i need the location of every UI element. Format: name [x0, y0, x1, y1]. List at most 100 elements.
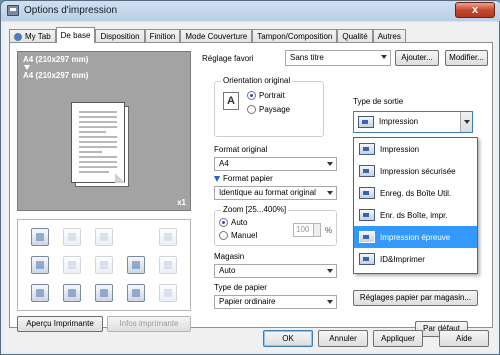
ok-button[interactable]: OK	[263, 330, 313, 347]
format-original-value: A4	[219, 159, 229, 168]
save-print-box-icon	[359, 209, 375, 221]
tab-panel-de-base: A4 (210x297 mm) A4 (210x297 mm) x1 Aperç…	[9, 42, 493, 337]
cancel-button[interactable]: Annuler	[318, 330, 368, 347]
layout-icon[interactable]	[127, 256, 145, 274]
option-enreg-boite[interactable]: Enreg. ds Boîte Util.	[354, 182, 477, 204]
output-type-select[interactable]: Impression	[353, 111, 473, 133]
chevron-down-icon	[327, 191, 333, 195]
favorite-select[interactable]: Sans titre	[285, 50, 391, 66]
color-icon[interactable]	[127, 284, 145, 302]
paper-settings-button[interactable]: Réglages papier par magasin...	[353, 290, 478, 306]
combine-icon	[159, 228, 177, 246]
type-papier-value: Papier ordinaire	[219, 297, 276, 306]
option-label: Enr. ds Boîte, impr.	[380, 210, 448, 220]
settings-icon-grid	[17, 219, 191, 311]
orientation-title: Orientation original	[221, 76, 293, 85]
spin-buttons	[313, 224, 320, 236]
print-output-icon	[358, 116, 374, 128]
tab-autres[interactable]: Autres	[372, 29, 406, 43]
favorite-value: Sans titre	[290, 53, 324, 62]
my-tab-icon	[14, 32, 22, 41]
option-impression-epreuve[interactable]: Impression épreuve	[354, 226, 477, 248]
radio-dot	[247, 91, 256, 100]
zoom-value-input: 100	[293, 223, 321, 237]
format-original-label: Format original	[214, 145, 268, 154]
tab-de-base[interactable]: De base	[55, 27, 96, 43]
zoom-group: Zoom [25...400%] Auto Manuel 100 %	[214, 205, 337, 246]
apply-button[interactable]: Appliquer	[373, 330, 423, 347]
portrait-page-icon: A	[223, 92, 239, 110]
printer-icon	[7, 5, 19, 16]
orientation-group: Orientation original A Portrait Paysage	[214, 76, 324, 137]
magasin-select[interactable]: Auto	[214, 264, 337, 278]
radio-dot	[219, 231, 228, 240]
option-label: Enreg. ds Boîte Util.	[380, 188, 452, 198]
zoom-manual-label: Manuel	[231, 231, 258, 240]
print-options-window: Options d'impression x My Tab De base Di…	[0, 0, 500, 355]
title-bar[interactable]: Options d'impression x	[1, 1, 500, 21]
fold-icon	[159, 256, 177, 274]
chevron-down-icon	[327, 300, 333, 304]
output-type-label: Type de sortie	[353, 97, 404, 106]
format-papier-select[interactable]: Identique au format original	[214, 186, 337, 200]
blue-down-arrow-icon	[214, 175, 220, 182]
zoom-auto-label: Auto	[231, 218, 248, 227]
output-type-value: Impression	[379, 117, 419, 126]
tray-icon[interactable]	[31, 284, 49, 302]
tab-tampon-composition[interactable]: Tampon/Composition	[252, 29, 338, 43]
modify-favorite-button[interactable]: Modifier...	[445, 50, 488, 66]
dropdown-button[interactable]	[460, 112, 472, 132]
tab-finition[interactable]: Finition	[144, 29, 181, 43]
print-icon	[359, 143, 375, 155]
save-box-icon	[359, 187, 375, 199]
booklet-icon	[95, 228, 113, 246]
tab-strip: My Tab De base Disposition Finition Mode…	[9, 27, 406, 43]
chevron-down-icon	[327, 162, 333, 166]
format-original-select[interactable]: A4	[214, 157, 337, 171]
chevron-down-icon	[381, 55, 387, 59]
user-auth-icon[interactable]	[63, 284, 81, 302]
tab-my-tab[interactable]: My Tab	[9, 29, 56, 43]
tab-qualite[interactable]: Qualité	[337, 29, 373, 43]
option-enr-boite-impr[interactable]: Enr. ds Boîte, impr.	[354, 204, 477, 226]
output-size-text: A4 (210x297 mm)	[23, 71, 89, 80]
help-button[interactable]: Aide	[439, 330, 489, 347]
option-label: Impression	[380, 144, 420, 154]
paper-sheet-icon	[71, 102, 125, 183]
collate-icon	[63, 256, 81, 274]
tab-disposition[interactable]: Disposition	[95, 29, 145, 43]
preview-printer-button[interactable]: Aperçu Imprimante	[17, 316, 103, 332]
option-impression-securisee[interactable]: Impression sécurisée	[354, 160, 477, 182]
account-track-icon[interactable]	[95, 284, 113, 302]
zoom-value: 100	[296, 225, 310, 234]
magasin-value: Auto	[219, 266, 236, 275]
landscape-label: Paysage	[259, 105, 291, 114]
add-favorite-button[interactable]: Ajouter...	[395, 50, 439, 66]
portrait-label: Portrait	[259, 91, 285, 100]
type-papier-select[interactable]: Papier ordinaire	[214, 295, 337, 309]
landscape-radio[interactable]: Paysage	[247, 105, 290, 114]
zoom-auto-radio[interactable]: Auto	[219, 218, 247, 227]
output-type-dropdown: Impression Impression sécurisée Enreg. d…	[353, 137, 478, 274]
window-title: Options d'impression	[24, 5, 118, 16]
punch-icon	[159, 284, 177, 302]
copies-count: x1	[177, 198, 186, 207]
option-label: Impression sécurisée	[380, 166, 456, 176]
close-button[interactable]: x	[455, 2, 495, 18]
zoom-unit: %	[325, 226, 333, 235]
zoom-manual-radio[interactable]: Manuel	[219, 231, 257, 240]
radio-dot	[219, 218, 228, 227]
duplex-icon[interactable]	[31, 256, 49, 274]
staple-icon	[63, 228, 81, 246]
option-impression[interactable]: Impression	[354, 138, 477, 160]
portrait-radio[interactable]: Portrait	[247, 91, 285, 100]
option-id-imprimer[interactable]: ID&Imprimer	[354, 248, 477, 270]
format-papier-label: Format papier	[214, 174, 273, 183]
print-output-icon[interactable]	[31, 228, 49, 246]
proof-print-icon	[359, 231, 375, 243]
secure-print-icon	[359, 165, 375, 177]
format-papier-text: Format papier	[223, 174, 273, 183]
dialog-client-area: My Tab De base Disposition Finition Mode…	[5, 22, 497, 352]
tab-mode-couverture[interactable]: Mode Couverture	[180, 29, 253, 43]
zoom-title: Zoom [25...400%]	[221, 205, 289, 214]
